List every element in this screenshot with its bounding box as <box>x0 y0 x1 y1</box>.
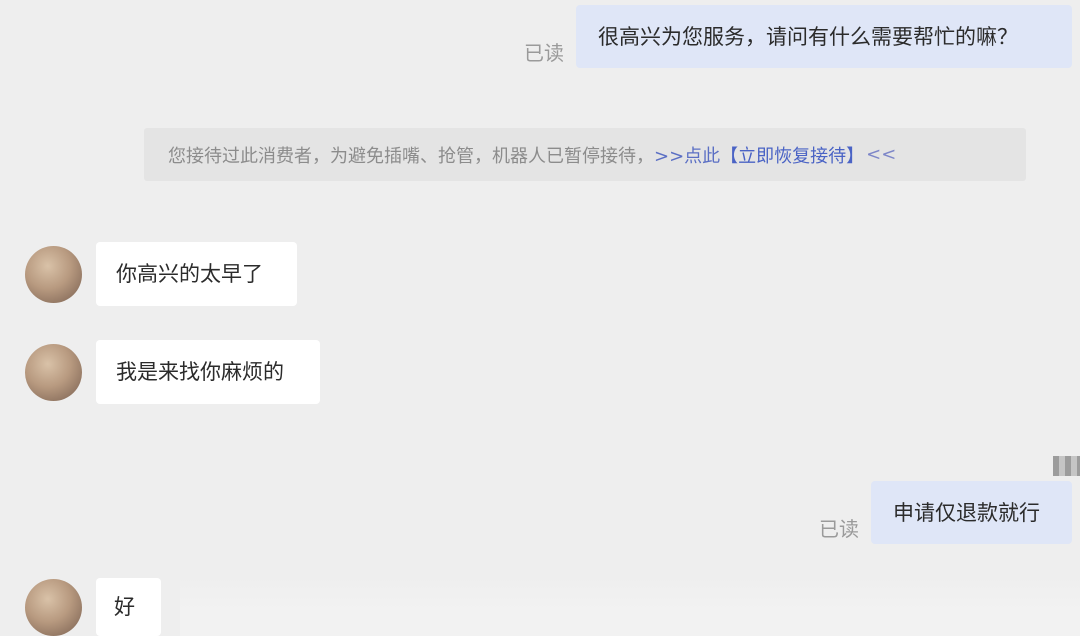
system-notice: 您接待过此消费者，为避免插嘴、抢管，机器人已暂停接待， >>点此 【 立即恢复接… <box>144 128 1026 181</box>
incoming-message-bubble[interactable]: 你高兴的太早了 <box>96 242 297 306</box>
outgoing-message-bubble[interactable]: 很高兴为您服务，请问有什么需要帮忙的嘛？ <box>576 5 1072 68</box>
message-text: 你高兴的太早了 <box>116 262 263 286</box>
read-status: 已读 <box>819 517 859 541</box>
message-text: 很高兴为您服务，请问有什么需要帮忙的嘛？ <box>598 24 1018 49</box>
chat-message-list[interactable]: 已读 很高兴为您服务，请问有什么需要帮忙的嘛？ 您接待过此消费者，为避免插嘴、抢… <box>0 0 1080 636</box>
outgoing-message-bubble[interactable]: 申请仅退款就行 <box>871 481 1072 544</box>
outgoing-message-row: 已读 很高兴为您服务，请问有什么需要帮忙的嘛？ <box>524 5 1072 68</box>
incoming-message-bubble[interactable]: 我是来找你麻烦的 <box>96 340 320 404</box>
read-status: 已读 <box>524 41 564 65</box>
bottom-fade <box>180 575 1080 636</box>
incoming-message-row: 我是来找你麻烦的 <box>25 340 320 404</box>
message-text: 我是来找你麻烦的 <box>116 360 284 384</box>
resume-bracket-close: 】 <box>846 145 865 167</box>
outgoing-message-row: 已读 申请仅退款就行 <box>819 481 1072 544</box>
resume-reception-link[interactable]: 立即恢复接待 <box>738 142 846 168</box>
resume-link-prefix: >>点此 <box>654 145 721 167</box>
message-text: 好 <box>114 595 135 619</box>
incoming-message-bubble[interactable]: 好 <box>96 578 161 636</box>
message-text: 申请仅退款就行 <box>893 500 1040 525</box>
incoming-message-row: 你高兴的太早了 <box>25 242 297 306</box>
avatar[interactable] <box>25 343 82 401</box>
resume-bracket-open: 【 <box>720 145 739 167</box>
avatar[interactable] <box>25 245 82 303</box>
system-notice-text: 您接待过此消费者，为避免插嘴、抢管，机器人已暂停接待， <box>168 145 654 167</box>
scrollbar-marker[interactable] <box>1053 456 1080 476</box>
resume-link-suffix: << <box>866 144 897 165</box>
avatar[interactable] <box>25 578 82 636</box>
incoming-message-row: 好 <box>25 578 161 636</box>
